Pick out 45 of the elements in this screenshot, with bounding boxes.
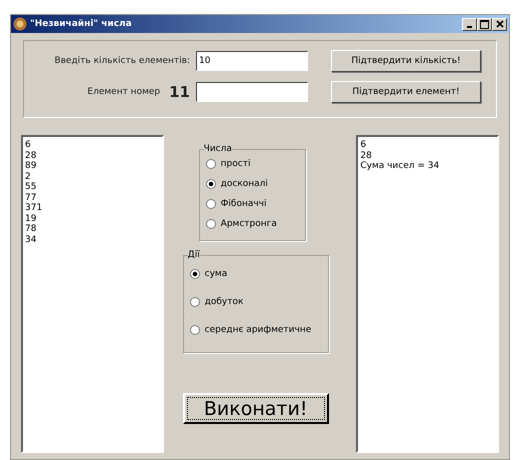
group-title: Числа — [204, 144, 232, 154]
count-label: Введіть кількість елементів: — [53, 56, 191, 66]
app-icon — [13, 17, 27, 31]
list-item: 78 — [25, 224, 38, 234]
radio-label[interactable]: середнє арифметичне — [204, 325, 312, 335]
list-item: 89 — [25, 161, 38, 172]
radio-label[interactable]: прості — [220, 159, 250, 169]
radio-label[interactable]: добуток — [204, 297, 244, 307]
radio-label[interactable]: досконалі — [220, 179, 268, 189]
radio-button[interactable] — [190, 269, 200, 279]
radio-label[interactable]: Фібоначчі — [220, 199, 266, 209]
list-item: 19 — [25, 214, 38, 224]
output-line: 6 — [360, 140, 368, 150]
run-button[interactable]: Виконати! — [182, 393, 329, 424]
list-item: 55 — [25, 182, 38, 192]
list-item: 34 — [25, 234, 38, 245]
list-item: 2 — [25, 172, 32, 182]
group-title: Дії — [188, 250, 200, 260]
element-number: 11 — [169, 83, 190, 101]
radio-button[interactable] — [206, 179, 216, 189]
input-listbox[interactable]: 6 28 89 2 55 77 371 19 78 34 — [21, 135, 164, 453]
radio-button[interactable] — [206, 219, 216, 229]
radio-button[interactable] — [190, 297, 200, 307]
list-item: 6 — [25, 140, 32, 150]
confirm-element-button[interactable]: Підтвердити елемент! — [331, 81, 481, 103]
radio-button[interactable] — [206, 199, 216, 209]
radio-button[interactable] — [206, 159, 216, 169]
close-button[interactable] — [492, 18, 507, 30]
element-label: Елемент номер — [87, 87, 160, 97]
list-item: 77 — [25, 192, 38, 203]
output-line: 28 — [360, 150, 373, 161]
list-item: 28 — [25, 150, 38, 161]
list-item: 371 — [25, 203, 44, 214]
count-field[interactable]: 10 — [196, 51, 308, 71]
output-line: Сума чисел = 34 — [360, 161, 440, 172]
radio-label[interactable]: Армстронга — [220, 219, 277, 229]
element-field[interactable] — [196, 82, 308, 102]
radio-label[interactable]: сума — [204, 269, 228, 279]
maximize-icon — [480, 20, 489, 28]
minimize-button[interactable] — [462, 18, 477, 30]
window-title: "Незвичайні" числа — [30, 19, 132, 29]
radio-button[interactable] — [190, 325, 200, 335]
close-icon — [496, 20, 504, 28]
maximize-button[interactable] — [477, 18, 492, 30]
confirm-count-button[interactable]: Підтвердити кількість! — [331, 50, 481, 72]
